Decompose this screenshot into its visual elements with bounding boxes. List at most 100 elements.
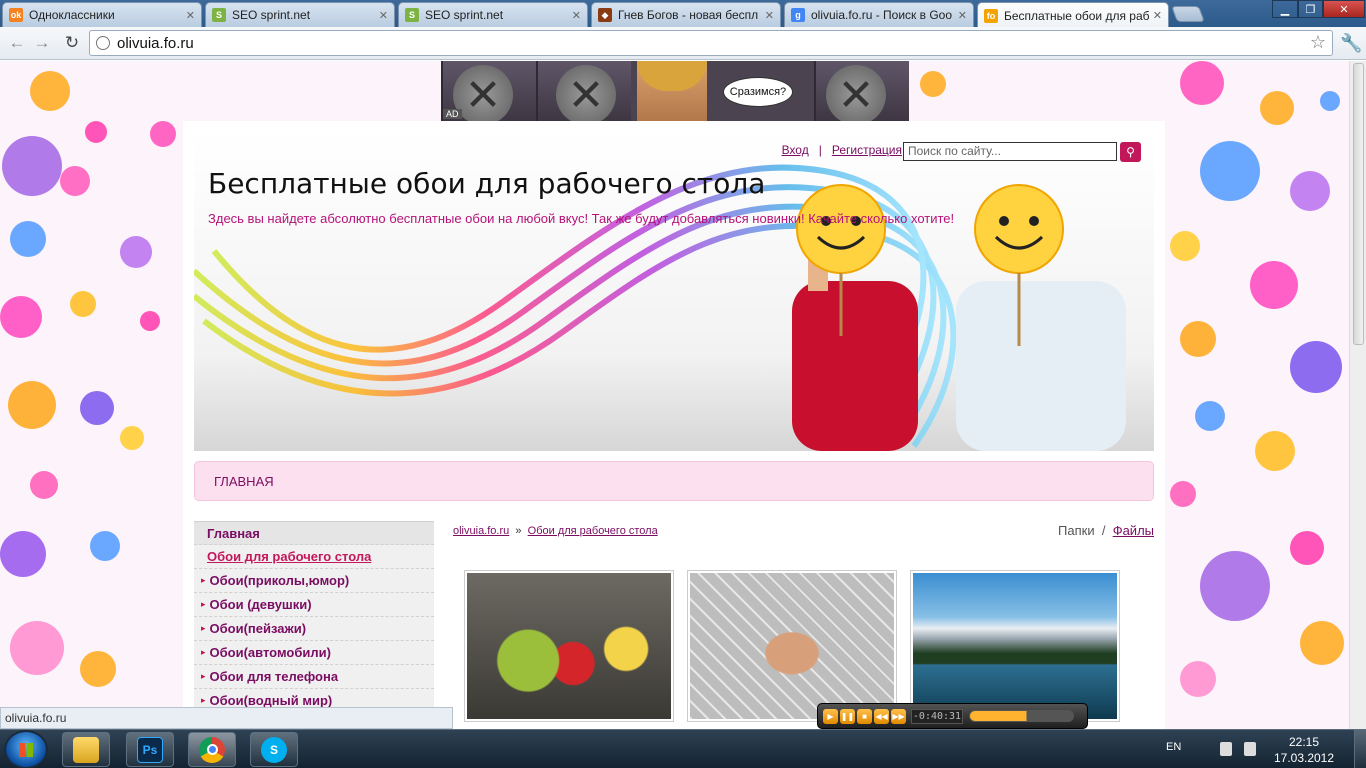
page-viewport: ✕ ✕ ✕ Сразимся? AD Вход | Регистрация По… <box>0 61 1349 729</box>
skype-icon: S <box>261 736 287 763</box>
sidebar-menu: Главная Обои для рабочего стола ▸ Обои(пр… <box>194 521 434 713</box>
sidebar-item-humor[interactable]: ▸ Обои(приколы,юмор) <box>194 569 434 593</box>
view-switch-separator: / <box>1101 523 1106 538</box>
register-link[interactable]: Регистрация <box>832 143 902 157</box>
tray-device-icon[interactable] <box>1220 742 1232 756</box>
wallpaper-thumbnail-fruits[interactable] <box>464 570 674 722</box>
sidebar-item-landscapes[interactable]: ▸ Обои(пейзажи) <box>194 617 434 641</box>
scrollbar-thumb[interactable] <box>1353 63 1364 345</box>
wallpaper-thumbnail-mountain[interactable] <box>910 570 1120 722</box>
windows-logo-icon <box>19 743 33 757</box>
login-link[interactable]: Вход <box>782 143 809 157</box>
fruits-cartoon-image <box>467 573 671 719</box>
chevron-right-icon: ▸ <box>201 671 206 681</box>
tab-seosprint-1[interactable]: S SEO sprint.net ✕ <box>205 2 395 27</box>
sidebar-item-label: Обои(пейзажи) <box>209 621 307 636</box>
chevron-right-icon: ▸ <box>201 623 206 633</box>
breadcrumb-current-link[interactable]: Обои для рабочего стола <box>528 525 658 537</box>
folders-view-label[interactable]: Папки <box>1058 523 1095 538</box>
media-player: ▶ ❚❚ ■ ◀◀ ▶▶ -0:40:31 <box>817 703 1088 729</box>
auth-links: Вход | Регистрация <box>782 143 902 157</box>
tab-title: olivuia.fo.ru - Поиск в Goo <box>811 8 953 22</box>
taskbar-explorer-button[interactable] <box>62 732 110 767</box>
show-desktop-button[interactable] <box>1354 730 1366 768</box>
minimize-button[interactable]: ▁ <box>1272 0 1298 18</box>
reload-button[interactable]: ↻ <box>61 32 83 54</box>
tab-wallpapers-active[interactable]: fo Бесплатные обои для рабо ✕ <box>977 2 1169 28</box>
taskbar-photoshop-button[interactable]: Ps <box>126 732 174 767</box>
tab-seosprint-2[interactable]: S SEO sprint.net ✕ <box>398 2 588 27</box>
files-view-link[interactable]: Файлы <box>1113 523 1154 538</box>
previous-icon[interactable]: ◀◀ <box>874 708 889 724</box>
bookmark-star-icon[interactable]: ☆ <box>1310 32 1326 53</box>
close-icon[interactable]: ✕ <box>1153 9 1162 22</box>
ok-icon: ok <box>9 8 23 22</box>
tab-title: SEO sprint.net <box>232 8 311 22</box>
google-icon: g <box>791 8 805 22</box>
start-button[interactable] <box>4 730 48 768</box>
sidebar-item-girls[interactable]: ▸ Обои (девушки) <box>194 593 434 617</box>
fo-icon: fo <box>984 8 998 23</box>
close-icon[interactable]: ✕ <box>186 9 195 22</box>
site-title: Бесплатные обои для рабочего стола <box>208 167 766 200</box>
site-description: Здесь вы найдете абсолютно бесплатные об… <box>208 211 955 226</box>
sidebar-item-home[interactable]: Главная <box>194 521 434 545</box>
chevron-right-icon: ▸ <box>201 599 206 609</box>
page-scrollbar[interactable] <box>1349 61 1366 729</box>
chevron-right-icon: ▸ <box>201 695 206 705</box>
tab-odnoklassniki[interactable]: ok Одноклассники ✕ <box>2 2 202 27</box>
taskbar-chrome-button[interactable] <box>188 732 236 767</box>
tab-title: Гнев Богов - новая беспл <box>618 8 759 22</box>
menu-item-home[interactable]: ГЛАВНАЯ <box>214 474 274 489</box>
close-icon[interactable]: ✕ <box>572 9 581 22</box>
seosprint-icon: S <box>212 8 226 22</box>
breadcrumb: olivuia.fo.ru » Обои для рабочего стола <box>453 525 658 537</box>
site-search-input[interactable]: Поиск по сайту... <box>903 142 1117 161</box>
folder-icon <box>73 736 99 763</box>
network-icon[interactable] <box>1244 742 1256 756</box>
close-icon[interactable]: ✕ <box>765 9 774 22</box>
breadcrumb-home-link[interactable]: olivuia.fo.ru <box>453 525 509 537</box>
address-bar[interactable]: olivuia.fo.ru ☆ <box>89 30 1333 56</box>
player-time: -0:40:31 <box>911 708 963 724</box>
tab-title: Одноклассники <box>29 8 115 22</box>
forward-button[interactable]: → <box>31 32 53 54</box>
language-indicator[interactable]: EN <box>1166 741 1181 753</box>
close-window-button[interactable]: ✕ <box>1323 0 1365 18</box>
ad-banner[interactable]: ✕ ✕ ✕ Сразимся? AD <box>441 61 909 121</box>
sidebar-item-label: Обои(приколы,юмор) <box>209 573 350 588</box>
play-icon[interactable]: ▶ <box>823 708 838 724</box>
volume-slider[interactable] <box>969 710 1074 722</box>
globe-icon <box>96 36 110 50</box>
wrench-menu-icon[interactable]: 🔧 <box>1340 33 1362 54</box>
taskbar-skype-button[interactable]: S <box>250 732 298 767</box>
close-icon[interactable]: ✕ <box>958 9 967 22</box>
tab-google-search[interactable]: g olivuia.fo.ru - Поиск в Goo ✕ <box>784 2 974 27</box>
sidebar-item-phone[interactable]: ▸ Обои для телефона <box>194 665 434 689</box>
next-icon[interactable]: ▶▶ <box>891 708 906 724</box>
sidebar-item-cars[interactable]: ▸ Обои(автомобили) <box>194 641 434 665</box>
back-button[interactable]: ← <box>6 32 28 54</box>
clock-date: 17.03.2012 <box>1273 751 1335 765</box>
main-menu: ГЛАВНАЯ <box>194 461 1154 501</box>
wallpaper-thumbnail-girl[interactable] <box>687 570 897 722</box>
status-bar: olivuia.fo.ru <box>0 707 453 729</box>
tab-gnev-bogov[interactable]: ◆ Гнев Богов - новая беспл ✕ <box>591 2 781 27</box>
tab-strip: ok Одноклассники ✕ S SEO sprint.net ✕ S … <box>0 0 1366 28</box>
photoshop-icon: Ps <box>137 736 163 763</box>
ad-speech-bubble: Сразимся? <box>723 77 793 107</box>
breadcrumb-separator: » <box>515 525 522 537</box>
stop-icon[interactable]: ■ <box>857 708 872 724</box>
clock-time: 22:15 <box>1288 735 1320 749</box>
system-clock[interactable]: 22:15 17.03.2012 <box>1268 734 1340 766</box>
new-tab-button[interactable] <box>1171 6 1205 22</box>
search-icon: ⚲ <box>1126 145 1135 159</box>
sidebar-item-desktop-wallpapers[interactable]: Обои для рабочего стола <box>194 545 434 569</box>
chevron-right-icon: ▸ <box>201 647 206 657</box>
auth-separator: | <box>818 143 822 157</box>
pause-icon[interactable]: ❚❚ <box>840 708 855 724</box>
browser-toolbar: ← → ↻ olivuia.fo.ru ☆ <box>0 27 1366 60</box>
maximize-button[interactable]: ❐ <box>1298 0 1323 18</box>
close-icon[interactable]: ✕ <box>379 9 388 22</box>
search-button[interactable]: ⚲ <box>1120 142 1141 162</box>
